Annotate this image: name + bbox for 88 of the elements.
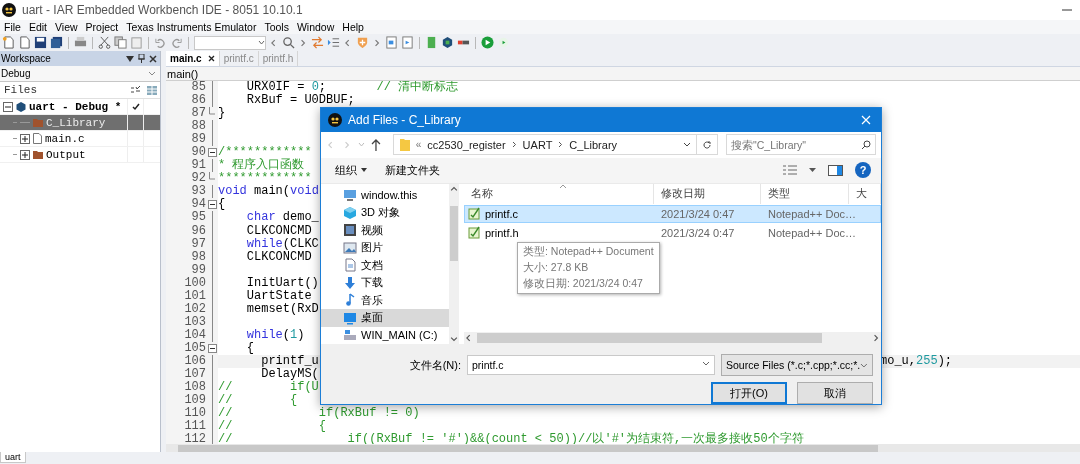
- nav-item[interactable]: 3D 对象: [321, 204, 449, 222]
- code-line: // if(U: [218, 381, 319, 395]
- file-tab[interactable]: main.c: [166, 51, 220, 66]
- tooltip-line: 类型: Notepad++ Document: [523, 244, 654, 259]
- window-title: uart - IAR Embedded Workbench IDE - 8051 10.10.1: [22, 3, 303, 17]
- line-number: 93: [166, 185, 206, 199]
- menu-item[interactable]: View: [51, 21, 82, 33]
- code-line: CLKCONCMD: [245, 250, 312, 264]
- tooltip-line: 修改日期: 2021/3/24 0:47: [523, 276, 644, 291]
- menu-item[interactable]: File: [0, 21, 25, 33]
- line-number: 110: [166, 407, 206, 421]
- panel-title: Workspace: [1, 53, 52, 64]
- menu-item[interactable]: Texas Instruments Emulator: [122, 21, 261, 33]
- column-header[interactable]: 大: [849, 183, 881, 204]
- line-number: 88: [166, 120, 206, 134]
- file-row[interactable]: printf.c 2021/3/24 0:47 Notepad++ Doc…: [464, 204, 881, 223]
- code-line: memset(RxD: [245, 302, 319, 316]
- code-line: CLKCONCMD: [245, 224, 312, 238]
- breadcrumb[interactable]: UART: [522, 138, 553, 151]
- line-number: 111: [166, 420, 206, 434]
- field-label: 文件名(N):: [409, 357, 461, 373]
- code-line: // if(RxBuf != 0): [218, 407, 420, 421]
- line-number: 92: [166, 172, 206, 186]
- workspace-tab[interactable]: uart: [0, 452, 26, 463]
- nav-item[interactable]: WIN_MAIN (C:): [321, 326, 449, 344]
- code-line: RxBuf = U0DBUF;: [245, 94, 355, 108]
- line-number: 108: [166, 381, 206, 395]
- menu-item[interactable]: Project: [81, 21, 123, 33]
- code-line: // {: [218, 394, 298, 408]
- line-number: 95: [166, 211, 206, 225]
- column-header[interactable]: 类型: [761, 183, 849, 204]
- dialog-title: Add Files - C_Library: [348, 112, 461, 127]
- line-number: 94: [166, 198, 206, 212]
- tree-item-label[interactable]: uart - Debug *: [29, 100, 122, 113]
- tree-item-label[interactable]: main.c: [45, 132, 85, 145]
- code-line: while(1): [245, 328, 305, 342]
- help-button[interactable]: ?: [855, 162, 871, 179]
- code-line: {: [218, 198, 226, 212]
- line-number: 91: [166, 159, 206, 173]
- code-line: InitUart(): [245, 276, 319, 290]
- dialog-button[interactable]: 取消: [797, 382, 873, 404]
- code-line: UartState: [245, 289, 312, 303]
- nav-item[interactable]: 下载: [321, 274, 449, 292]
- nav-item[interactable]: 图片: [321, 239, 449, 257]
- column-header[interactable]: 修改日期: [654, 183, 761, 204]
- line-number: 89: [166, 133, 206, 147]
- file-type-dropdown[interactable]: Source Files (*.c;*.cpp;*.cc;*.: [721, 354, 873, 376]
- nav-item[interactable]: window.this: [321, 186, 449, 204]
- file-row[interactable]: printf.h 2021/3/24 0:47 Notepad++ Doc…: [464, 223, 881, 242]
- nav-item[interactable]: 音乐: [321, 291, 449, 309]
- code-line: while(CLKC: [245, 237, 319, 251]
- column-header[interactable]: 名称: [464, 183, 654, 204]
- menu-item[interactable]: Help: [338, 21, 368, 33]
- nav-item[interactable]: 文档: [321, 256, 449, 274]
- code-line: void main(void: [218, 185, 319, 199]
- code-line: }: [218, 107, 226, 121]
- code-line: * 程序入口函数: [218, 159, 305, 173]
- breadcrumb[interactable]: C_Library: [569, 138, 618, 151]
- column-header: Files: [3, 83, 38, 98]
- line-number: 109: [166, 394, 206, 408]
- search-field[interactable]: 搜索"C_Library": [726, 134, 876, 156]
- line-number: 87: [166, 107, 206, 121]
- menu-item[interactable]: Window: [292, 21, 339, 33]
- tree-item-label[interactable]: Output: [46, 148, 86, 161]
- code-line: printf_u: [260, 355, 319, 368]
- line-number: 90: [166, 146, 206, 160]
- line-number: 86: [166, 94, 206, 108]
- code-line: DelayMS(: [260, 368, 319, 382]
- code-line: // if((RxBuf != '#')&&(count < 50))//以'#'为结束符,一次最多接收50个字符: [218, 433, 804, 444]
- nav-item[interactable]: 视频: [321, 221, 449, 239]
- line-number: 85: [166, 81, 206, 95]
- code-line: *************: [218, 172, 312, 186]
- nav-item[interactable]: 桌面: [321, 309, 449, 327]
- menu-item[interactable]: Edit: [24, 21, 51, 33]
- code-line: {: [245, 341, 254, 355]
- function-selector[interactable]: main(): [167, 67, 199, 80]
- configuration-dropdown[interactable]: Debug: [0, 66, 160, 82]
- breadcrumb-overflow[interactable]: «: [415, 139, 422, 151]
- file-name-field[interactable]: printf.c: [467, 355, 715, 375]
- line-number: 107: [166, 368, 206, 382]
- dialog-button[interactable]: 打开(O): [711, 382, 787, 404]
- breadcrumb[interactable]: cc2530_register: [427, 138, 506, 151]
- toolbar-button[interactable]: 组织: [335, 162, 367, 178]
- tooltip-line: 大小: 27.8 KB: [523, 260, 590, 275]
- toolbar-button[interactable]: 新建文件夹: [385, 162, 440, 178]
- code-line: char demo_: [245, 211, 319, 225]
- menu-item[interactable]: Tools: [260, 21, 293, 33]
- code-line: // {: [218, 420, 327, 434]
